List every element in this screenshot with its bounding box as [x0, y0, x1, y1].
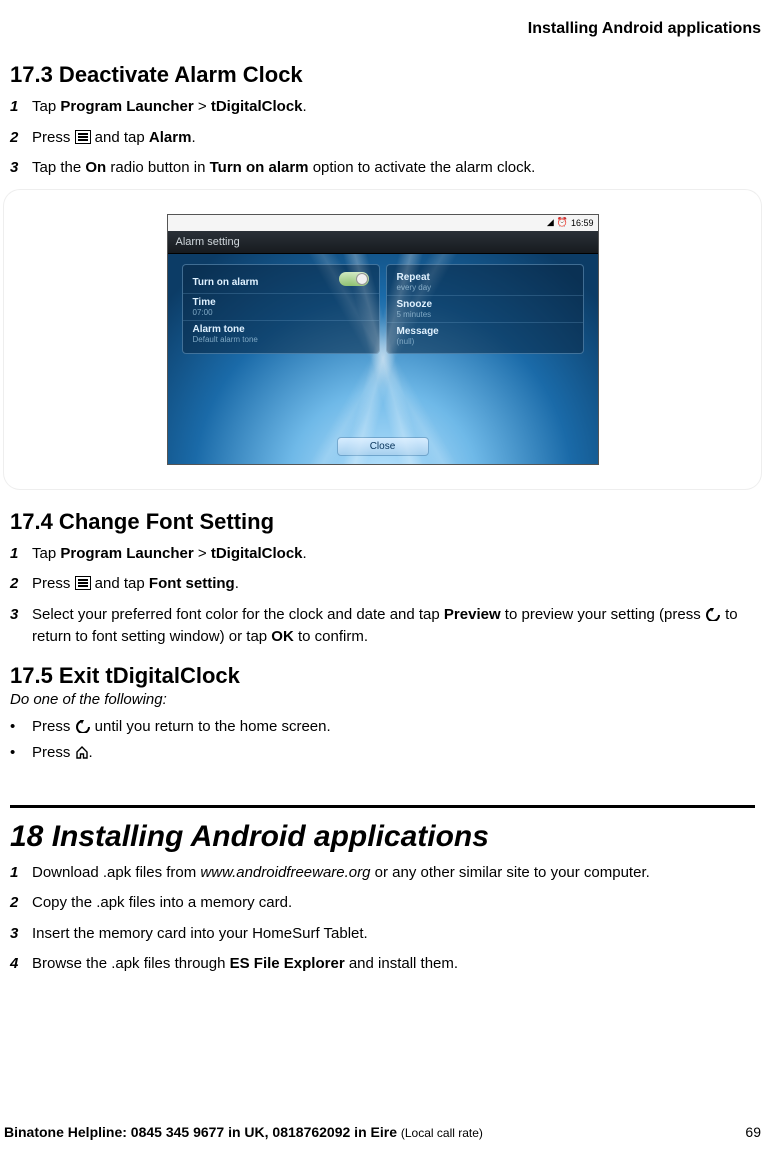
- step-number: 2: [10, 573, 32, 596]
- step-number: 3: [10, 604, 32, 649]
- step-number: 1: [10, 862, 32, 885]
- row-time[interactable]: Time 07:00: [183, 294, 379, 321]
- settings-panel-left: Turn on alarm Time 07:00 Alarm tone Defa…: [182, 264, 380, 354]
- device-frame: ◢ ⏰ 16:59 Alarm setting Turn on alarm Ti…: [167, 214, 599, 465]
- row-alarm-tone[interactable]: Alarm tone Default alarm tone: [183, 321, 379, 347]
- step-number: 3: [10, 923, 32, 946]
- step-text: Tap Program Launcher > tDigitalClock.: [32, 96, 307, 119]
- bullet-text: Press until you return to the home scree…: [32, 716, 331, 739]
- heading-17-5: 17.5 Exit tDigitalClock: [10, 663, 755, 689]
- bullet-dot: •: [10, 716, 32, 739]
- heading-18: 18 Installing Android applications: [10, 814, 755, 854]
- section-rule: [10, 805, 755, 808]
- signal-icon: ◢: [547, 217, 554, 228]
- device-body: Turn on alarm Time 07:00 Alarm tone Defa…: [168, 254, 598, 464]
- running-header: Installing Android applications: [0, 0, 765, 48]
- step-number: 1: [10, 543, 32, 566]
- menu-icon: [75, 130, 91, 144]
- step-17-3-3: 3 Tap the On radio button in Turn on ala…: [10, 157, 755, 180]
- intro-17-5: Do one of the following:: [10, 691, 755, 708]
- page-footer: Binatone Helpline: 0845 345 9677 in UK, …: [0, 1124, 765, 1140]
- step-17-4-3: 3 Select your preferred font color for t…: [10, 604, 755, 649]
- step-text: Select your preferred font color for the…: [32, 604, 755, 649]
- row-snooze[interactable]: Snooze 5 minutes: [387, 296, 583, 323]
- step-18-2: 2 Copy the .apk files into a memory card…: [10, 892, 755, 915]
- status-time: 16:59: [571, 218, 594, 228]
- step-text: Tap Program Launcher > tDigitalClock.: [32, 543, 307, 566]
- step-text: Press and tap Alarm.: [32, 127, 196, 150]
- step-text: Browse the .apk files through ES File Ex…: [32, 953, 458, 976]
- step-17-4-2: 2 Press and tap Font setting.: [10, 573, 755, 596]
- step-17-3-2: 2 Press and tap Alarm.: [10, 127, 755, 150]
- close-button[interactable]: Close: [337, 437, 429, 456]
- android-status-bar: ◢ ⏰ 16:59: [168, 215, 598, 231]
- home-icon: [75, 745, 89, 759]
- back-icon: [75, 719, 91, 733]
- row-turn-on-alarm[interactable]: Turn on alarm: [183, 269, 379, 294]
- step-number: 1: [10, 96, 32, 119]
- step-number: 2: [10, 892, 32, 915]
- step-text: Insert the memory card into your HomeSur…: [32, 923, 368, 946]
- step-number: 2: [10, 127, 32, 150]
- bullet-17-5-2: • Press .: [10, 742, 755, 765]
- row-repeat[interactable]: Repeat every day: [387, 269, 583, 296]
- screenshot-alarm-setting: ◢ ⏰ 16:59 Alarm setting Turn on alarm Ti…: [4, 190, 761, 489]
- window-title-bar: Alarm setting: [168, 231, 598, 254]
- heading-17-3: 17.3 Deactivate Alarm Clock: [10, 62, 755, 88]
- step-text: Download .apk files from www.androidfree…: [32, 862, 650, 885]
- step-number: 4: [10, 953, 32, 976]
- step-number: 3: [10, 157, 32, 180]
- step-17-3-1: 1 Tap Program Launcher > tDigitalClock.: [10, 96, 755, 119]
- step-18-1: 1 Download .apk files from www.androidfr…: [10, 862, 755, 885]
- settings-panel-right: Repeat every day Snooze 5 minutes Messag…: [386, 264, 584, 354]
- menu-icon: [75, 576, 91, 590]
- footer-helpline: Binatone Helpline: 0845 345 9677 in UK, …: [4, 1124, 483, 1140]
- bullet-17-5-1: • Press until you return to the home scr…: [10, 716, 755, 739]
- step-text: Tap the On radio button in Turn on alarm…: [32, 157, 535, 180]
- bullet-dot: •: [10, 742, 32, 765]
- step-18-4: 4 Browse the .apk files through ES File …: [10, 953, 755, 976]
- page-number: 69: [745, 1124, 761, 1140]
- step-text: Press and tap Font setting.: [32, 573, 239, 596]
- step-18-3: 3 Insert the memory card into your HomeS…: [10, 923, 755, 946]
- heading-17-4: 17.4 Change Font Setting: [10, 509, 755, 535]
- row-message[interactable]: Message (null): [387, 323, 583, 349]
- bullet-text: Press .: [32, 742, 93, 765]
- back-icon: [705, 607, 721, 621]
- step-text: Copy the .apk files into a memory card.: [32, 892, 292, 915]
- alarm-status-icon: ⏰: [557, 217, 568, 228]
- toggle-on[interactable]: [339, 272, 369, 286]
- step-17-4-1: 1 Tap Program Launcher > tDigitalClock.: [10, 543, 755, 566]
